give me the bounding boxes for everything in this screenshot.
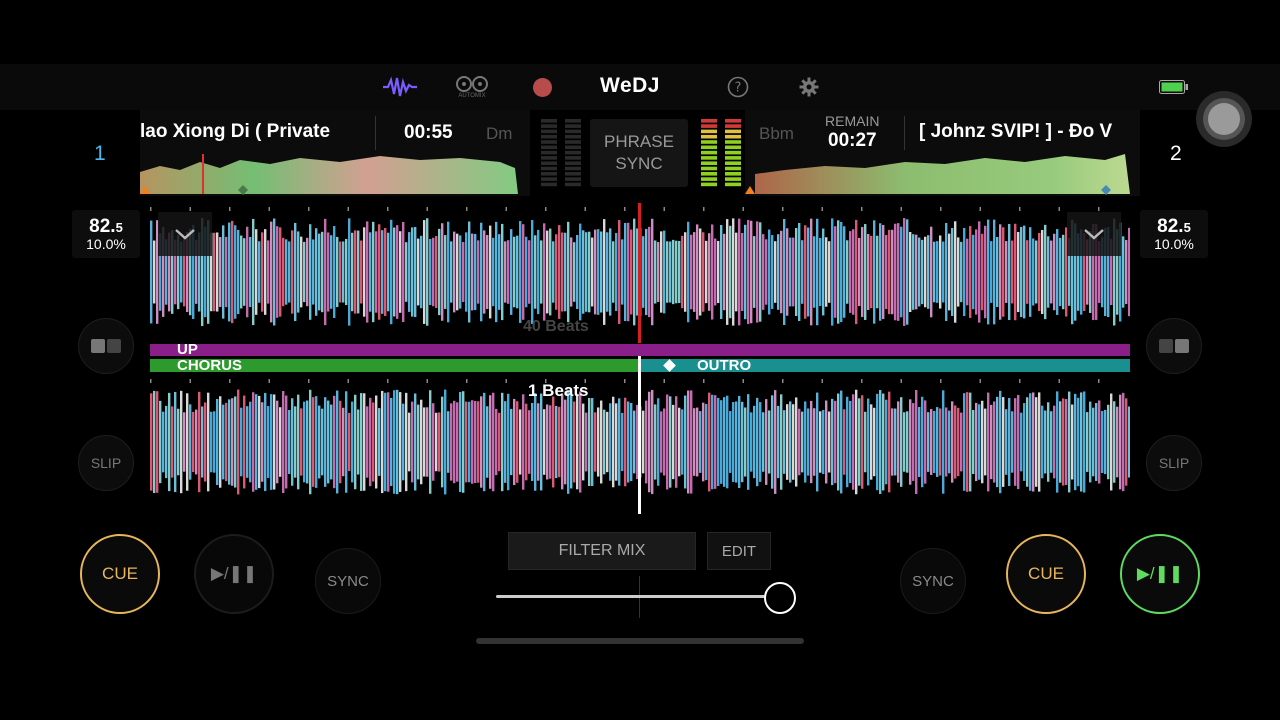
deck2-bpm[interactable]: 82.5 10.0% <box>1140 210 1208 258</box>
deck2-cue-button[interactable]: CUE <box>1006 534 1086 614</box>
crossfader-knob[interactable] <box>764 582 796 614</box>
deck2-key: Bbm <box>759 124 794 143</box>
phrase-sync-line2: SYNC <box>615 154 663 173</box>
deck1-time: 00:55 <box>404 122 453 143</box>
deck1-bpm-decimal: 5 <box>115 220 123 235</box>
phrase-sync-button[interactable]: PHRASE SYNC <box>590 119 688 187</box>
deck2-sync-button[interactable]: SYNC <box>900 548 966 614</box>
deck2-bpm-decimal: 5 <box>1183 220 1191 235</box>
chevron-down-icon <box>175 229 195 240</box>
settings-button[interactable] <box>798 74 820 100</box>
deck1-key: Dm <box>486 124 513 143</box>
deck1-track-title[interactable]: lao Xiong Di ( Private <box>140 121 365 143</box>
deck1-bpm-value: 82. <box>89 216 116 237</box>
deck1-collapse-button[interactable] <box>158 212 212 256</box>
deck2-playhead <box>638 356 641 514</box>
waveform-icon[interactable] <box>383 74 417 100</box>
deck2-vu-meter <box>701 119 741 187</box>
deck1-bpm[interactable]: 82.5 10.0% <box>72 210 140 258</box>
deck1-layout-button[interactable] <box>78 318 134 374</box>
deck2-layout-button[interactable] <box>1146 318 1202 374</box>
help-button[interactable]: ? <box>727 74 749 100</box>
automix-label: AUTOMIX <box>458 93 486 99</box>
automix-button[interactable]: AUTOMIX <box>453 74 491 100</box>
deck2-collapse-button[interactable] <box>1067 212 1121 256</box>
phrase-label-chorus: CHORUS <box>177 357 243 374</box>
crossfader-track[interactable] <box>496 595 780 598</box>
automix-icon <box>456 76 488 92</box>
battery-icon <box>1158 74 1190 100</box>
deck2-number: 2 <box>1170 142 1182 165</box>
phrase-sync-line1: PHRASE <box>604 132 674 151</box>
deck1-playhead <box>638 203 641 343</box>
filter-mix-button[interactable]: FILTER MIX <box>508 532 696 570</box>
chevron-down-icon <box>1084 229 1104 240</box>
phrase-label-outro: OUTRO <box>697 357 752 374</box>
help-icon: ? <box>727 76 749 98</box>
layout-icon <box>1159 339 1189 353</box>
layout-icon <box>91 339 121 353</box>
deck2-play-pause-button[interactable]: ▶/❚❚ <box>1120 534 1200 614</box>
settings-icon <box>799 77 819 97</box>
deck1-pitch: 10.0% <box>86 236 126 252</box>
deck1-slip-button[interactable]: SLIP <box>78 435 134 491</box>
deck1-number: 1 <box>94 142 106 165</box>
deck2-time: 00:27 <box>828 130 877 151</box>
deck1-cue-button[interactable]: CUE <box>80 534 160 614</box>
record-icon <box>532 77 552 97</box>
deck1-sync-button[interactable]: SYNC <box>315 548 381 614</box>
svg-text:?: ? <box>735 81 742 96</box>
record-button[interactable] <box>531 74 553 100</box>
divider <box>904 116 905 150</box>
app-logo: WeDJ <box>600 74 660 97</box>
lower-beats-label: 1 Beats <box>528 381 589 400</box>
phrase-label-up: UP <box>177 341 198 358</box>
deck2-bpm-value: 82. <box>1157 216 1184 237</box>
deck2-pitch: 10.0% <box>1154 236 1194 252</box>
deck2-slip-button[interactable]: SLIP <box>1146 435 1202 491</box>
deck2-track-title[interactable]: [ Johnz SVIP! ] - Đo V <box>919 121 1136 143</box>
phrase-bar-up <box>150 344 1130 356</box>
edit-button[interactable]: EDIT <box>707 532 771 570</box>
divider <box>375 116 376 150</box>
upper-beats-label: 40 Beats <box>523 318 589 335</box>
deck2-remain-label: REMAIN <box>825 113 880 129</box>
deck1-vu-meter <box>541 119 581 187</box>
home-indicator <box>476 638 804 644</box>
assistive-touch-icon[interactable] <box>1196 91 1252 147</box>
deck1-play-pause-button[interactable]: ▶/❚❚ <box>194 534 274 614</box>
